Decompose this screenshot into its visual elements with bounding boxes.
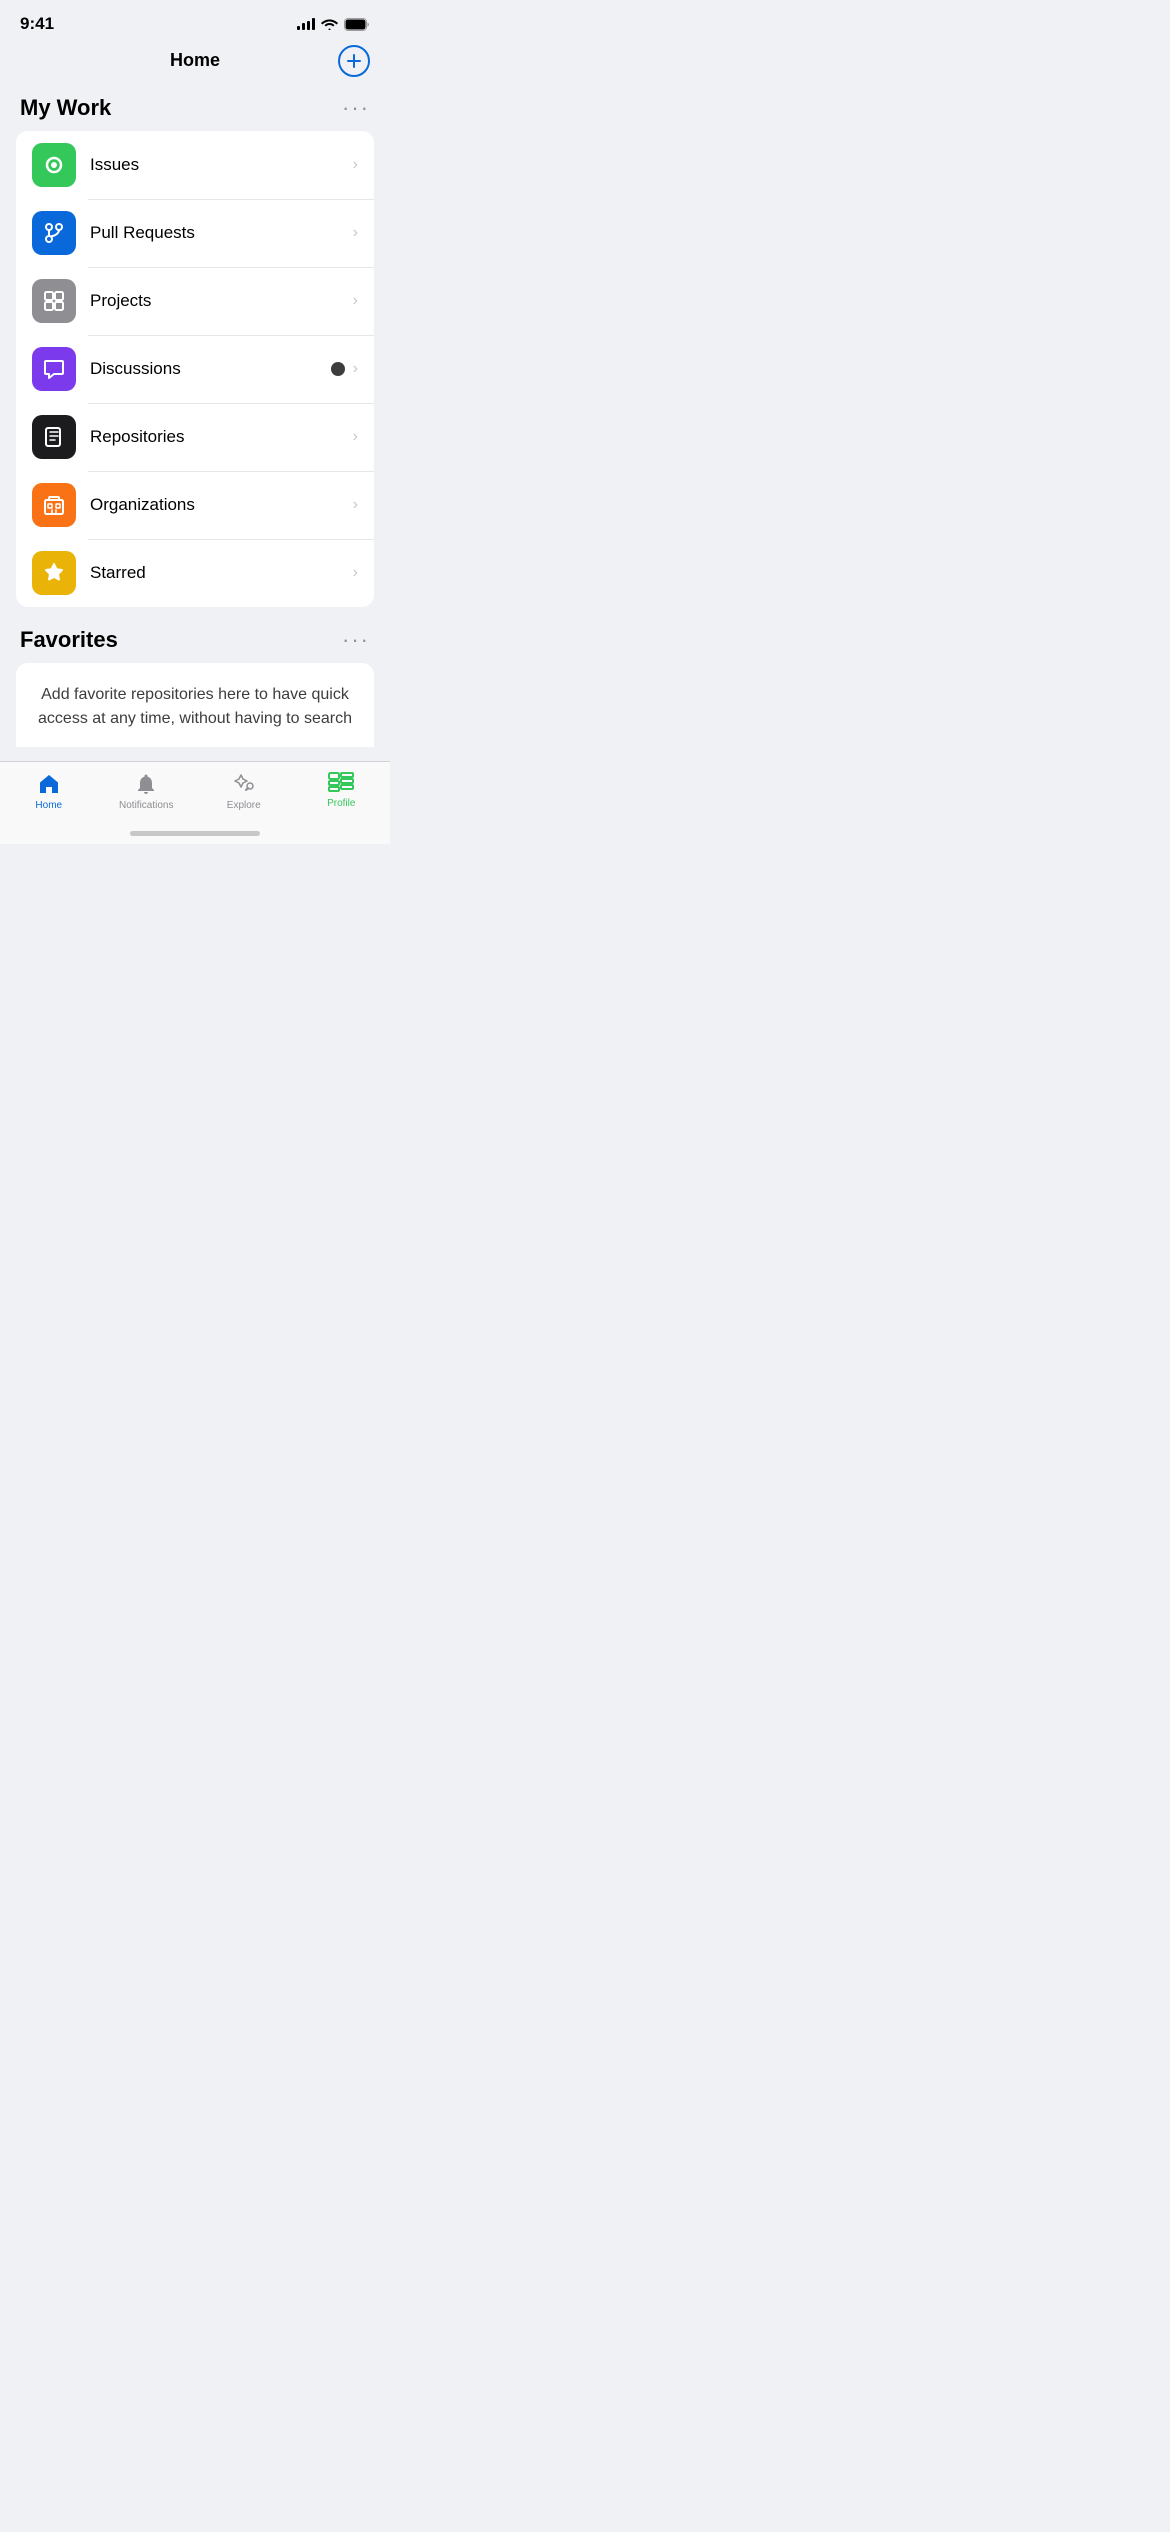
pull-requests-chevron: › [353,224,358,242]
add-button[interactable] [338,45,370,77]
repositories-icon [32,415,76,459]
favorites-more-button[interactable]: ··· [342,629,370,651]
pull-requests-icon [32,211,76,255]
home-indicator [130,831,260,836]
pull-requests-label: Pull Requests [90,223,353,243]
scroll-content: My Work ··· Issues › [0,83,390,747]
explore-tab-icon [232,772,256,796]
my-work-title: My Work [20,95,111,121]
favorites-title: Favorites [20,627,118,653]
home-tab-label: Home [35,800,62,811]
projects-icon [32,279,76,323]
starred-chevron: › [353,564,358,582]
favorites-card: Add favorite repositories here to have q… [16,663,374,747]
starred-label: Starred [90,563,353,583]
organizations-icon [32,483,76,527]
battery-icon [344,18,370,31]
discussions-chevron: › [353,360,358,378]
my-work-more-button[interactable]: ··· [342,97,370,119]
status-icons [297,18,370,31]
repositories-label: Repositories [90,427,353,447]
repositories-chevron: › [353,428,358,446]
discussions-label: Discussions [90,359,331,379]
issues-icon [32,143,76,187]
profile-tab-label: Profile [327,798,355,809]
issues-chevron: › [353,156,358,174]
my-work-section-header: My Work ··· [16,83,374,131]
projects-chevron: › [353,292,358,310]
wifi-icon [321,18,338,30]
organizations-label: Organizations [90,495,353,515]
explore-tab-label: Explore [227,800,261,811]
repositories-item[interactable]: Repositories › [16,403,374,471]
projects-label: Projects [90,291,353,311]
tab-explore[interactable]: Explore [195,762,293,824]
tab-profile[interactable]: Profile [293,762,391,824]
starred-icon [32,551,76,595]
notifications-tab-icon [134,772,158,796]
page-header: Home [0,42,390,83]
my-work-card: Issues › Pull Requests › [16,131,374,607]
discussions-icon [32,347,76,391]
tab-notifications[interactable]: Notifications [98,762,196,824]
signal-icon [297,18,315,30]
organizations-item[interactable]: Organizations › [16,471,374,539]
organizations-chevron: › [353,496,358,514]
home-tab-icon [37,772,61,796]
notifications-tab-label: Notifications [119,800,173,811]
projects-item[interactable]: Projects › [16,267,374,335]
pull-requests-item[interactable]: Pull Requests › [16,199,374,267]
tab-home[interactable]: Home [0,762,98,824]
status-bar: 9:41 [0,0,390,42]
discussions-item[interactable]: Discussions › [16,335,374,403]
favorites-section-header: Favorites ··· [16,615,374,663]
profile-tab-icon [328,772,354,794]
starred-item[interactable]: Starred › [16,539,374,607]
discussions-badge [331,362,345,376]
favorites-empty-text: Add favorite repositories here to have q… [16,663,374,747]
page-title: Home [170,50,220,71]
issues-item[interactable]: Issues › [16,131,374,199]
issues-label: Issues [90,155,353,175]
status-time: 9:41 [20,14,54,34]
